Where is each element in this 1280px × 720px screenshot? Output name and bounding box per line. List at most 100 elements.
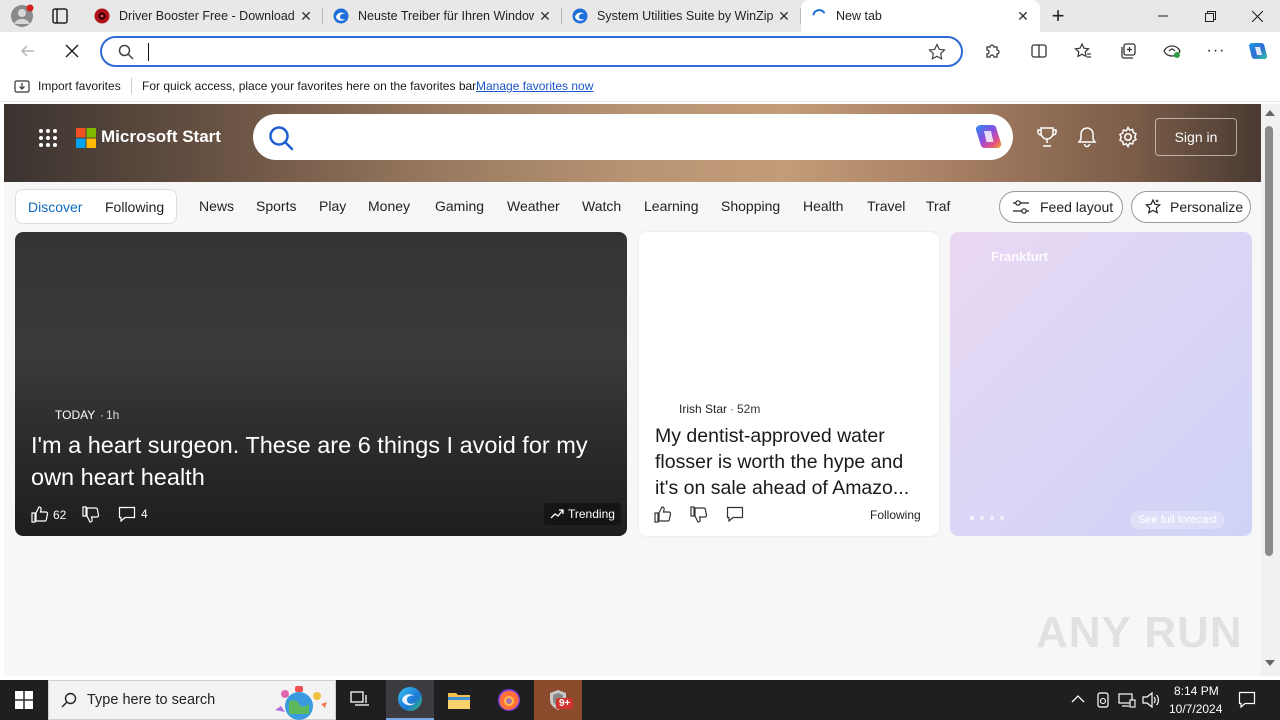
loading-spinner-icon: [811, 8, 827, 24]
page-scrollbar[interactable]: [1261, 104, 1280, 676]
nav-watch[interactable]: Watch: [582, 198, 621, 214]
close-tab-icon[interactable]: ✕: [1012, 5, 1034, 27]
start-button[interactable]: [0, 680, 48, 720]
card-headline[interactable]: My dentist-approved water flosser is wor…: [655, 423, 929, 501]
news-card[interactable]: Irish Star · 52m My dentist-approved wat…: [639, 232, 939, 536]
watermark-text: ANY RUN: [1036, 608, 1243, 657]
scroll-thumb[interactable]: [1265, 126, 1273, 556]
driver-booster-icon: [94, 8, 110, 24]
volume-icon[interactable]: [1142, 692, 1160, 708]
minimize-button[interactable]: [1140, 0, 1186, 32]
file-explorer-button[interactable]: [435, 680, 483, 720]
tray-device-icon[interactable]: [1096, 692, 1110, 708]
tab-following[interactable]: Following: [105, 199, 164, 215]
favorite-star-icon[interactable]: [928, 43, 946, 61]
scroll-down-arrow[interactable]: [1265, 660, 1275, 666]
feed-layout-label: Feed layout: [1040, 199, 1114, 215]
tab-strip: Driver Booster Free - Download ✕ Neuste …: [0, 0, 1280, 32]
nav-learning[interactable]: Learning: [644, 198, 699, 214]
following-button[interactable]: Following: [870, 508, 921, 522]
nav-traffic[interactable]: Traf: [926, 198, 952, 214]
firefox-button[interactable]: [485, 680, 533, 720]
tab-driver-booster[interactable]: Driver Booster Free - Download ✕: [84, 0, 323, 32]
nav-sports[interactable]: Sports: [256, 198, 296, 214]
new-tab-button[interactable]: +: [1046, 3, 1070, 28]
sign-in-button[interactable]: Sign in: [1155, 118, 1237, 156]
extensions-icon[interactable]: [978, 37, 1006, 65]
carousel-dots: [970, 516, 1004, 520]
comment-icon[interactable]: [118, 506, 136, 522]
card-headline[interactable]: I'm a heart surgeon. These are 6 things …: [31, 429, 611, 493]
see-full-forecast-button[interactable]: See full forecast: [1130, 511, 1225, 529]
taskbar-search-box[interactable]: Type here to search: [48, 680, 336, 720]
tab-system-utilities[interactable]: System Utilities Suite by WinZip ✕: [562, 0, 801, 32]
nav-health[interactable]: Health: [803, 198, 843, 214]
notifications-bell-icon[interactable]: [1077, 126, 1097, 148]
copilot-icon[interactable]: [973, 123, 1003, 151]
personalize-button[interactable]: Personalize: [1131, 191, 1251, 223]
network-icon[interactable]: [1118, 692, 1136, 708]
tab-neuste-treiber[interactable]: Neuste Treiber für Ihren Window ✕: [323, 0, 562, 32]
restore-button[interactable]: [1187, 0, 1233, 32]
address-input[interactable]: [148, 43, 908, 61]
card-source: TODAY: [55, 408, 96, 422]
address-bar[interactable]: [100, 36, 963, 67]
dislike-icon[interactable]: [690, 506, 708, 524]
weather-city[interactable]: Frankfurt: [991, 249, 1048, 264]
close-tab-icon[interactable]: ✕: [295, 5, 317, 27]
like-icon[interactable]: [654, 505, 672, 523]
nav-money[interactable]: Money: [368, 198, 410, 214]
rewards-icon[interactable]: [1037, 126, 1057, 148]
close-window-button[interactable]: [1234, 0, 1280, 32]
app-launcher-icon[interactable]: [38, 128, 58, 148]
notification-center-icon[interactable]: [1238, 691, 1256, 709]
stop-loading-button[interactable]: [58, 37, 86, 65]
browser-essentials-icon[interactable]: [1158, 37, 1186, 65]
security-app-button[interactable]: 9+: [534, 680, 582, 720]
tab-new-tab[interactable]: New tab ✕: [801, 0, 1040, 32]
comment-icon[interactable]: [726, 506, 744, 522]
like-icon[interactable]: [31, 505, 49, 523]
nav-news[interactable]: News: [199, 198, 234, 214]
windows-taskbar: Type here to search 9+ 8:14 PM 10/7/2024: [0, 680, 1280, 720]
manage-favorites-link[interactable]: Manage favorites now: [476, 79, 593, 93]
split-screen-icon[interactable]: [1025, 37, 1053, 65]
collections-icon[interactable]: [1114, 37, 1142, 65]
favorites-divider: [131, 78, 132, 94]
dislike-icon[interactable]: [82, 506, 100, 524]
tab-actions-icon[interactable]: [48, 6, 72, 26]
close-tab-icon[interactable]: ✕: [534, 5, 556, 27]
clock-time[interactable]: 8:14 PM: [1174, 684, 1219, 698]
trending-icon: [550, 509, 564, 519]
copilot-icon[interactable]: [1244, 37, 1272, 65]
task-view-button[interactable]: [336, 680, 384, 720]
tab-discover[interactable]: Discover: [28, 199, 82, 215]
nav-shopping[interactable]: Shopping: [721, 198, 780, 214]
scroll-up-arrow[interactable]: [1265, 110, 1275, 116]
nav-weather[interactable]: Weather: [507, 198, 560, 214]
news-card-featured[interactable]: TODAY · 1h I'm a heart surgeon. These ar…: [15, 232, 627, 536]
close-tab-icon[interactable]: ✕: [773, 5, 795, 27]
chevron-up-icon[interactable]: [1071, 694, 1085, 704]
feed-layout-button[interactable]: Feed layout: [999, 191, 1123, 223]
clock-date[interactable]: 10/7/2024: [1169, 702, 1222, 716]
back-button[interactable]: [14, 37, 42, 65]
browser-toolbar: ···: [0, 32, 1280, 70]
web-search-box[interactable]: [253, 114, 1013, 160]
discover-following-toggle: Discover Following: [15, 189, 177, 224]
new-tab-page: Microsoft Start Sign in Discover Followi…: [4, 104, 1261, 676]
profile-avatar[interactable]: [10, 4, 34, 28]
edge-taskbar-button[interactable]: [386, 680, 434, 720]
brand-title[interactable]: Microsoft Start: [101, 127, 221, 147]
nav-travel[interactable]: Travel: [867, 198, 905, 214]
settings-gear-icon[interactable]: [1117, 126, 1139, 148]
nav-gaming[interactable]: Gaming: [435, 198, 484, 214]
nav-play[interactable]: Play: [319, 198, 346, 214]
import-favorites-button[interactable]: Import favorites: [38, 79, 121, 93]
personalize-icon: [1144, 198, 1162, 216]
weather-card[interactable]: Frankfurt See full forecast: [950, 232, 1252, 536]
edge-page-icon: [333, 8, 349, 24]
favorites-icon[interactable]: [1069, 37, 1097, 65]
more-options-icon[interactable]: ···: [1202, 37, 1230, 65]
favorites-bar: Import favorites For quick access, place…: [0, 70, 1280, 102]
